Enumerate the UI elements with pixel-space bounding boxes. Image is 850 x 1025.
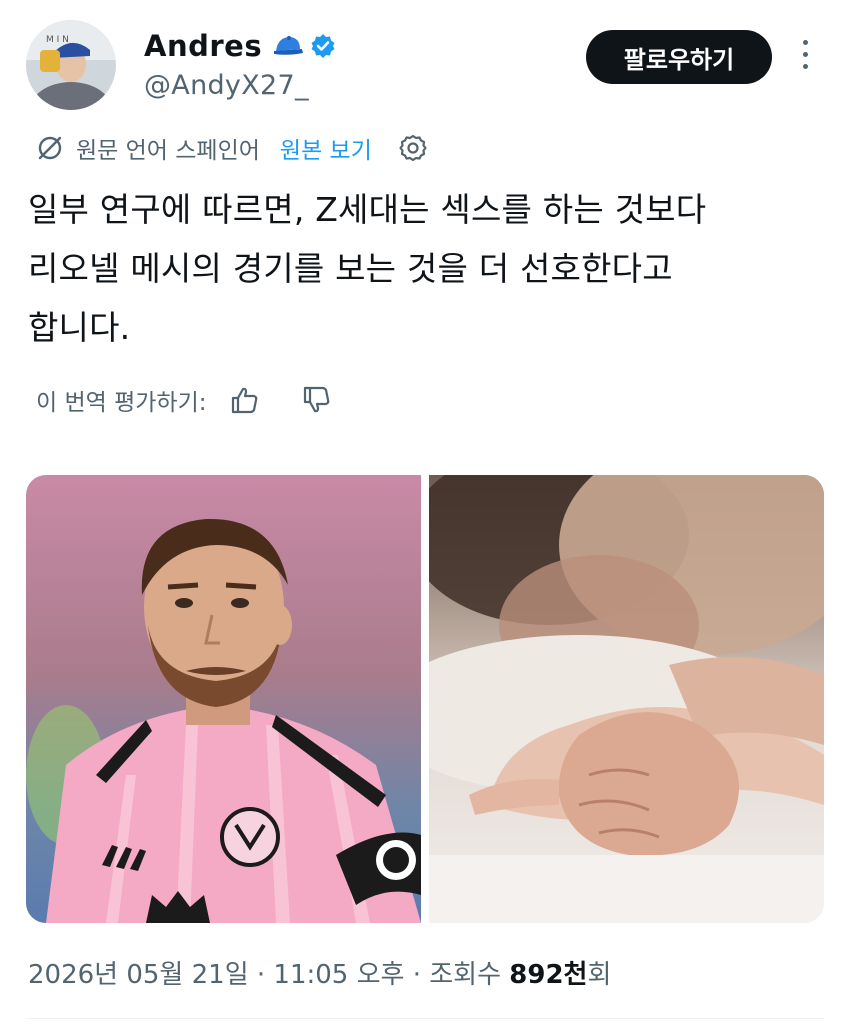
tweet-line: 리오넬 메시의 경기를 보는 것을 더 선호한다고 [28,249,673,288]
media-gap [421,475,429,923]
thumbs-up-icon[interactable] [229,384,261,416]
tweet-text: 일부 연구에 따르면, Z세대는 섹스를 하는 것보다 리오넬 메시의 경기를 … [28,180,818,357]
views-count: 892천 [509,960,588,990]
more-options-icon[interactable] [798,40,812,74]
verified-badge-icon[interactable] [310,33,336,59]
gear-icon[interactable] [396,131,430,165]
display-name[interactable]: Andres [144,29,262,63]
views-suffix: 회 [587,960,612,990]
follow-button[interactable]: 팔로우하기 [586,30,772,84]
tweet-line: 일부 연구에 따르면, Z세대는 섹스를 하는 것보다 [28,190,707,229]
tweet-meta: 2026년 05월 21일 · 11:05 오후 · 조회수 892천회 [28,954,611,991]
media-photo-hands[interactable] [429,475,824,923]
translate-off-icon [36,134,64,162]
media-grid [26,475,824,923]
tweet-line: 합니다. [28,308,131,347]
date-time[interactable]: 2026년 05월 21일 · 11:05 오후 · 조회수 [28,960,509,990]
divider [26,1018,824,1019]
handle[interactable]: @AndyX27_ [144,70,336,101]
view-original-link[interactable]: 원본 보기 [280,131,372,165]
svg-text:M I N: M I N [46,35,69,45]
translation-bar: 원문 언어 스페인어 원본 보기 [36,128,430,168]
thumbs-down-icon[interactable] [301,384,333,416]
source-language-label: 원문 언어 스페인어 [76,138,260,164]
rate-translation-label: 이 번역 평가하기: [36,390,207,416]
tweet-header: M I N Andres @AndyX27_ 팔로우하기 [26,20,826,112]
blue-cap-icon [272,33,304,59]
rate-translation-row: 이 번역 평가하기: [36,380,333,420]
avatar[interactable]: M I N [26,20,116,110]
media-photo-player[interactable] [26,475,421,923]
